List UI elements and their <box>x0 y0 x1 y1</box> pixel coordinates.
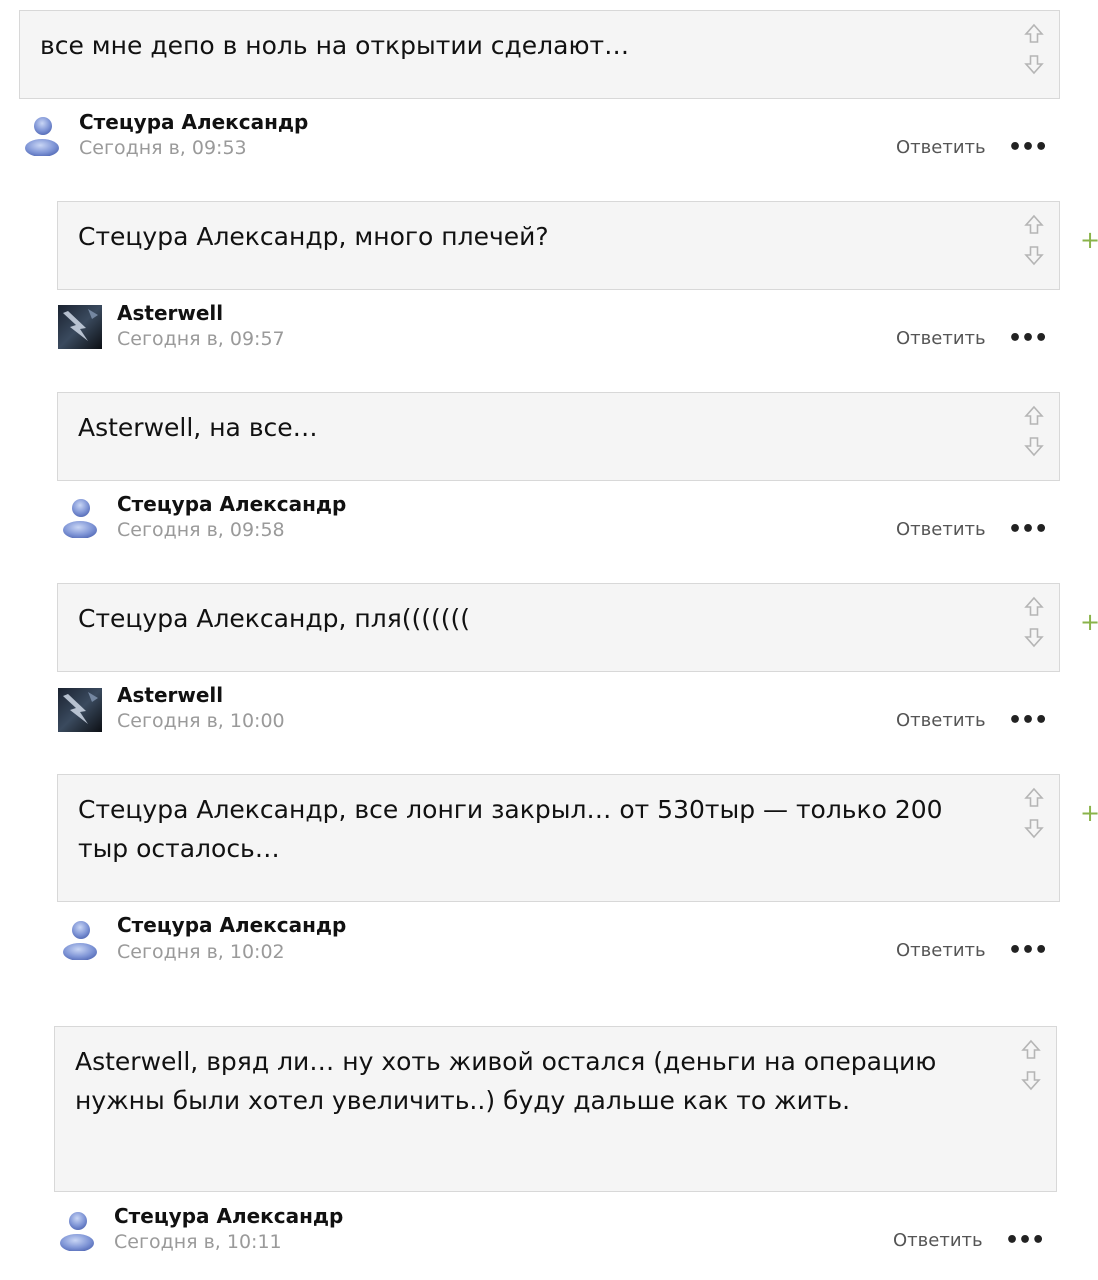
user-silhouette-icon[interactable] <box>58 494 102 538</box>
vote-up-icon[interactable] <box>1023 787 1045 809</box>
reply-button[interactable]: Ответить <box>896 137 986 158</box>
more-options-button[interactable]: ••• <box>1008 326 1048 351</box>
reply-button[interactable]: Ответить <box>896 710 986 731</box>
vote-up-icon[interactable] <box>1023 23 1045 45</box>
reply-button[interactable]: Ответить <box>896 940 986 961</box>
comment-text: Asterwell, на все… <box>78 413 318 442</box>
comment-author[interactable]: Стецура Александр <box>114 1204 343 1228</box>
comment-author[interactable]: Стецура Александр <box>117 492 346 516</box>
comment-time: Сегодня в, 09:58 <box>117 519 285 541</box>
comment-text: Стецура Александр, пля((((((( <box>78 604 471 633</box>
vote-down-icon[interactable] <box>1023 817 1045 839</box>
comment-time: Сегодня в, 09:57 <box>117 328 285 350</box>
comment-author[interactable]: Asterwell <box>117 683 223 707</box>
expand-plus-icon[interactable]: + <box>1080 801 1098 825</box>
comment-author[interactable]: Стецура Александр <box>79 110 308 134</box>
vote-down-icon[interactable] <box>1020 1069 1042 1091</box>
comment-bubble: Стецура Александр, все лонги закрыл… от … <box>57 774 1060 902</box>
reply-button[interactable]: Ответить <box>896 519 986 540</box>
more-options-button[interactable]: ••• <box>1005 1228 1045 1253</box>
vote-down-icon[interactable] <box>1023 626 1045 648</box>
vote-up-icon[interactable] <box>1023 405 1045 427</box>
comment-time: Сегодня в, 10:00 <box>117 710 285 732</box>
comment-time: Сегодня в, 09:53 <box>79 137 247 159</box>
more-options-button[interactable]: ••• <box>1008 517 1048 542</box>
comment-text: Asterwell, вряд ли… ну хоть живой осталс… <box>75 1047 937 1115</box>
comment-text: Стецура Александр, все лонги закрыл… от … <box>78 795 943 863</box>
more-options-button[interactable]: ••• <box>1008 708 1048 733</box>
vote-up-icon[interactable] <box>1023 214 1045 236</box>
vote-down-icon[interactable] <box>1023 244 1045 266</box>
reply-button[interactable]: Ответить <box>893 1230 983 1251</box>
comment-time: Сегодня в, 10:11 <box>114 1231 282 1253</box>
vote-up-icon[interactable] <box>1020 1039 1042 1061</box>
vote-down-icon[interactable] <box>1023 53 1045 75</box>
asterwell-avatar[interactable] <box>58 688 102 732</box>
user-silhouette-icon[interactable] <box>58 916 102 960</box>
more-options-button[interactable]: ••• <box>1008 938 1048 963</box>
expand-plus-icon[interactable]: + <box>1080 610 1098 634</box>
asterwell-avatar[interactable] <box>58 305 102 349</box>
comment-bubble: все мне депо в ноль на открытии сделают… <box>19 10 1060 99</box>
vote-down-icon[interactable] <box>1023 435 1045 457</box>
comment-text: все мне депо в ноль на открытии сделают… <box>40 31 630 60</box>
comment-bubble: Asterwell, вряд ли… ну хоть живой осталс… <box>54 1026 1057 1192</box>
comment-text: Стецура Александр, много плечей? <box>78 222 549 251</box>
user-silhouette-icon[interactable] <box>55 1207 99 1251</box>
user-silhouette-icon[interactable] <box>20 112 64 156</box>
comment-bubble: Asterwell, на все… <box>57 392 1060 481</box>
expand-plus-icon[interactable]: + <box>1080 228 1098 252</box>
reply-button[interactable]: Ответить <box>896 328 986 349</box>
comment-time: Сегодня в, 10:02 <box>117 941 285 963</box>
vote-up-icon[interactable] <box>1023 596 1045 618</box>
comment-author[interactable]: Asterwell <box>117 301 223 325</box>
comment-author[interactable]: Стецура Александр <box>117 913 346 937</box>
more-options-button[interactable]: ••• <box>1008 135 1048 160</box>
comment-bubble: Стецура Александр, пля((((((( <box>57 583 1060 672</box>
comment-bubble: Стецура Александр, много плечей? <box>57 201 1060 290</box>
